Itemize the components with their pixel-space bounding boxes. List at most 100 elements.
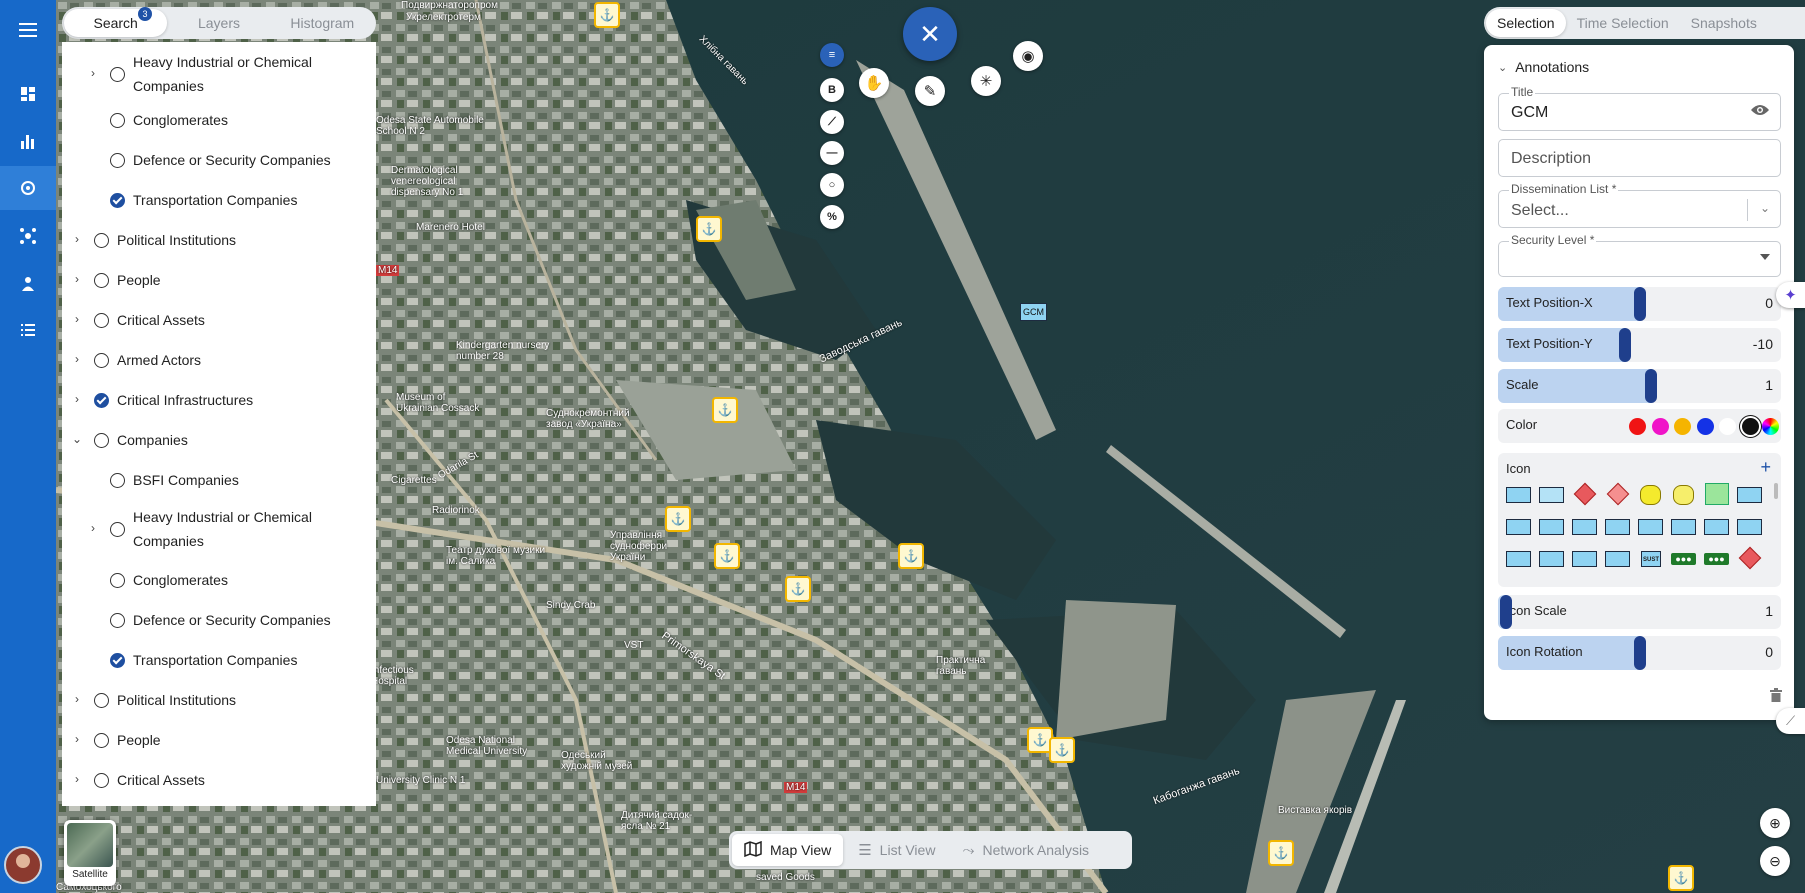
symbol-option-icon[interactable] bbox=[1572, 482, 1597, 506]
tree-item-checkbox[interactable] bbox=[94, 393, 109, 408]
color-swatch[interactable] bbox=[1629, 418, 1646, 435]
slider-thumb[interactable] bbox=[1619, 328, 1632, 362]
tab-time-selection[interactable]: Time Selection bbox=[1566, 9, 1680, 37]
text-tool-icon[interactable]: ≡ bbox=[820, 43, 844, 67]
tree-item-checkbox[interactable] bbox=[94, 733, 109, 748]
slider-thumb[interactable] bbox=[1500, 595, 1513, 629]
map-poi-marker[interactable]: ⚓ bbox=[1268, 840, 1294, 866]
symbol-option-icon[interactable] bbox=[1638, 517, 1663, 537]
tree-item[interactable]: BSFI Companies bbox=[62, 465, 376, 495]
tab-histogram[interactable]: Histogram bbox=[271, 9, 374, 37]
symbol-option-icon[interactable] bbox=[1605, 482, 1630, 506]
symbol-option-icon[interactable] bbox=[1737, 485, 1762, 505]
ai-sparkle-icon[interactable]: ✦ bbox=[1776, 282, 1805, 308]
symbol-option-icon[interactable] bbox=[1704, 483, 1729, 505]
symbol-option-icon[interactable] bbox=[1671, 485, 1696, 505]
tree-item-checkbox[interactable] bbox=[110, 67, 125, 82]
tree-item-checkbox[interactable] bbox=[110, 193, 125, 208]
tree-item[interactable]: › Heavy Industrial or Chemical Companies bbox=[62, 50, 376, 98]
color-swatch[interactable] bbox=[1741, 418, 1759, 435]
target-record-icon[interactable]: ◉ bbox=[1013, 41, 1043, 71]
scrollbar[interactable] bbox=[1774, 483, 1778, 499]
tree-item-checkbox[interactable] bbox=[94, 233, 109, 248]
symbol-option-icon[interactable] bbox=[1572, 517, 1597, 537]
tree-item-checkbox[interactable] bbox=[94, 773, 109, 788]
chevron-right-icon[interactable]: › bbox=[72, 732, 82, 746]
tab-snapshots[interactable]: Snapshots bbox=[1680, 9, 1768, 37]
icon-scale-slider[interactable]: Icon Scale 1 bbox=[1498, 595, 1781, 629]
list-icon[interactable] bbox=[0, 308, 56, 352]
description-field[interactable]: Description bbox=[1498, 139, 1781, 177]
slider-text-position-x[interactable]: Text Position-X 0 bbox=[1498, 287, 1781, 321]
line-tool-icon[interactable]: — bbox=[820, 141, 844, 165]
tree-item[interactable]: Defence or Security Companies bbox=[62, 605, 376, 635]
tree-item-checkbox[interactable] bbox=[110, 153, 125, 168]
color-swatch[interactable] bbox=[1719, 418, 1736, 435]
circle-tool-icon[interactable]: ○ bbox=[820, 173, 844, 197]
slider-scale[interactable]: Scale 1 bbox=[1498, 369, 1781, 403]
title-field[interactable]: Title GCM bbox=[1498, 85, 1781, 131]
symbol-option-icon[interactable] bbox=[1638, 485, 1663, 505]
zoom-out-icon[interactable]: ⊖ bbox=[1760, 846, 1790, 876]
tree-item[interactable]: › People bbox=[62, 265, 376, 295]
tree-item-checkbox[interactable] bbox=[110, 573, 125, 588]
color-swatch[interactable] bbox=[1674, 418, 1691, 435]
chevron-right-icon[interactable]: › bbox=[72, 272, 82, 286]
tab-selection[interactable]: Selection bbox=[1486, 9, 1566, 37]
symbol-option-icon[interactable]: SUST bbox=[1638, 549, 1663, 569]
polyline-tool-icon[interactable]: ⟋ bbox=[820, 110, 844, 134]
symbol-option-icon[interactable] bbox=[1704, 517, 1729, 537]
tab-layers[interactable]: Layers bbox=[167, 9, 270, 37]
tree-item[interactable]: › Critical Assets bbox=[62, 305, 376, 335]
chevron-right-icon[interactable]: › bbox=[72, 692, 82, 706]
symbol-option-icon[interactable] bbox=[1572, 549, 1597, 569]
symbol-option-icon[interactable] bbox=[1605, 517, 1630, 537]
bold-tool-button[interactable]: B bbox=[820, 78, 844, 102]
network-analysis-button[interactable]: ⤳ Network Analysis bbox=[950, 834, 1101, 866]
map-poi-marker[interactable]: ⚓ bbox=[594, 2, 620, 28]
security-level-select[interactable]: Security Level * bbox=[1498, 233, 1781, 277]
annotations-header[interactable]: ⌄ Annotations bbox=[1498, 59, 1589, 75]
chevron-right-icon[interactable]: › bbox=[72, 312, 82, 326]
map-poi-marker[interactable]: ⚓ bbox=[1049, 737, 1075, 763]
eye-icon[interactable] bbox=[1750, 103, 1770, 120]
tree-item-checkbox[interactable] bbox=[94, 273, 109, 288]
chevron-right-icon[interactable]: › bbox=[72, 352, 82, 366]
location-target-icon[interactable] bbox=[0, 166, 56, 210]
tree-item[interactable]: Conglomerates bbox=[62, 105, 376, 135]
map-poi-marker[interactable]: ⚓ bbox=[665, 506, 691, 532]
symbol-option-icon[interactable] bbox=[1539, 485, 1564, 505]
symbol-option-icon[interactable] bbox=[1737, 517, 1762, 537]
map-poi-marker[interactable]: ⚓ bbox=[712, 397, 738, 423]
symbol-option-icon[interactable] bbox=[1506, 485, 1531, 505]
slider-text-position-y[interactable]: Text Position-Y -10 bbox=[1498, 328, 1781, 362]
network-icon[interactable] bbox=[0, 214, 56, 258]
symbol-option-icon[interactable] bbox=[1605, 549, 1630, 569]
zoom-in-icon[interactable]: ⊕ bbox=[1760, 808, 1790, 838]
tree-item-checkbox[interactable] bbox=[110, 613, 125, 628]
chevron-down-icon[interactable]: ⌄ bbox=[72, 432, 82, 446]
symbol-option-icon[interactable] bbox=[1539, 549, 1564, 569]
dissemination-list-select[interactable]: Dissemination List * Select... ⌄ bbox=[1498, 182, 1781, 228]
color-wheel-icon[interactable] bbox=[1762, 418, 1779, 435]
percent-tool-icon[interactable]: % bbox=[820, 205, 844, 229]
tree-item-checkbox[interactable] bbox=[94, 353, 109, 368]
symbol-option-icon[interactable]: ●●● bbox=[1704, 549, 1729, 569]
tree-item[interactable]: Transportation Companies bbox=[62, 185, 376, 215]
icon-rotation-slider[interactable]: Icon Rotation 0 bbox=[1498, 636, 1781, 670]
symbol-option-icon[interactable]: ●●● bbox=[1671, 549, 1696, 569]
tree-item-checkbox[interactable] bbox=[94, 313, 109, 328]
color-swatch[interactable] bbox=[1696, 418, 1714, 435]
tree-item[interactable]: › People bbox=[62, 725, 376, 755]
slider-thumb[interactable] bbox=[1633, 287, 1646, 321]
pan-hand-icon[interactable]: ✋ bbox=[859, 68, 889, 98]
trash-icon[interactable] bbox=[1770, 688, 1782, 705]
close-annotation-button[interactable]: ✕ bbox=[903, 7, 957, 61]
basemap-switcher[interactable]: Satellite bbox=[64, 820, 116, 886]
map-poi-marker[interactable]: ⚓ bbox=[696, 216, 722, 242]
tree-item[interactable]: › Critical Assets bbox=[62, 765, 376, 795]
tree-item[interactable]: › Critical Infrastructures bbox=[62, 385, 376, 415]
freehand-draw-icon[interactable]: ✎ bbox=[915, 76, 945, 106]
slider-thumb[interactable] bbox=[1644, 369, 1657, 403]
map-annotation-gcm[interactable]: GCM bbox=[1020, 303, 1047, 321]
